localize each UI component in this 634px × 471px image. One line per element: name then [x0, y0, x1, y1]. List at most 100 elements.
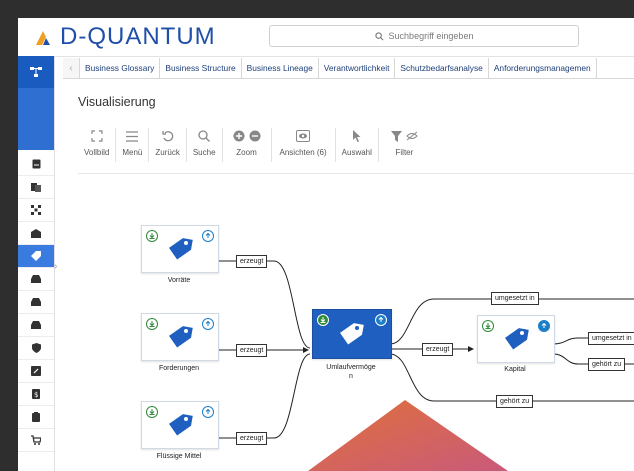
sidebar-item-inbox[interactable] [18, 222, 54, 245]
select-button[interactable]: Auswahl [336, 128, 379, 162]
tab-business-lineage[interactable]: Business Lineage [242, 58, 319, 78]
edge-label-erzeugt[interactable]: erzeugt [422, 343, 454, 356]
sidebar: $ [18, 56, 55, 471]
sidebar-toggle[interactable] [18, 56, 54, 88]
search-tool-button[interactable]: Suche [187, 128, 223, 162]
logo-mark-icon [36, 31, 50, 45]
zoom-in-icon[interactable] [233, 130, 245, 142]
node-umlaufvermoegen[interactable] [312, 309, 392, 359]
views-label: Ansichten (6) [279, 148, 327, 157]
edge-fluessige-mittel-umlaufvermoegen [218, 353, 311, 439]
download-icon[interactable] [146, 406, 158, 418]
edge-label-gehoert-zu[interactable]: gehört zu [588, 358, 626, 371]
sidebar-item-tray-2[interactable] [18, 291, 54, 314]
cursor-icon [352, 130, 361, 142]
tray-icon [31, 298, 41, 306]
views-button[interactable]: Ansichten (6) [272, 128, 336, 162]
top-bar: D-QUANTUM Suchbegriff eingeben [18, 18, 634, 57]
magnifier-icon [198, 130, 211, 142]
node-fluessige-mittel[interactable] [141, 401, 219, 449]
tag-icon [340, 323, 364, 345]
zoom-out-icon[interactable] [249, 130, 261, 142]
sidebar-item-tags[interactable] [18, 245, 54, 268]
tab-schutzbedarfsanalyse[interactable]: Schutzbedarfsanalyse [395, 58, 489, 78]
cart-icon [31, 435, 41, 445]
tab-verantwortlichkeit[interactable]: Verantwortlichkeit [319, 58, 396, 78]
sidebar-item-report[interactable]: $ [18, 383, 54, 406]
menu-button[interactable]: Menü [116, 128, 150, 162]
tab-scroll-left-icon[interactable]: ‹ [63, 58, 80, 78]
tag-icon [169, 326, 193, 348]
sidebar-item-document[interactable] [18, 153, 54, 176]
toolbar: Vollbild Menü Zurück Suche Zoom Ansichte… [78, 128, 430, 174]
download-icon[interactable] [146, 230, 158, 242]
fullscreen-icon [91, 130, 103, 142]
fullscreen-button[interactable]: Vollbild [78, 128, 117, 162]
node-kapital[interactable] [477, 315, 555, 363]
tab-bar: ‹ Business Glossary Business Structure B… [63, 58, 634, 79]
sidebar-collapse-chevron-icon[interactable]: › [54, 261, 57, 272]
sidebar-item-tray-3[interactable] [18, 314, 54, 337]
node-label-fluessige-mittel: Flüssige Mittel [156, 453, 202, 460]
edge-label-umgesetzt-in[interactable]: umgesetzt in [588, 332, 634, 345]
tab-business-structure[interactable]: Business Structure [160, 58, 242, 78]
search-placeholder: Suchbegriff eingeben [388, 31, 474, 41]
filter-label: Filter [395, 148, 414, 157]
sidebar-item-shield[interactable] [18, 337, 54, 360]
edge-label-umgesetzt-in[interactable]: umgesetzt in [491, 292, 539, 305]
decorative-triangle [308, 400, 508, 471]
tab-business-glossary[interactable]: Business Glossary [80, 58, 161, 78]
page-title: Visualisierung [78, 95, 156, 109]
sidebar-item-edit[interactable] [18, 360, 54, 383]
upload-icon[interactable] [202, 230, 214, 242]
search-icon [374, 31, 384, 40]
node-label-vorraete: Vorräte [167, 277, 191, 284]
filter-button[interactable]: Filter [379, 128, 430, 162]
app-window: D-QUANTUM Suchbegriff eingeben $ › ‹ Bus… [18, 18, 634, 471]
edge-vorraete-umlaufvermoegen [218, 260, 311, 349]
zoom-control[interactable]: Zoom [223, 128, 272, 162]
download-icon[interactable] [146, 318, 158, 330]
tag-icon [169, 414, 193, 436]
sidebar-item-cart[interactable] [18, 429, 54, 452]
edge-label-erzeugt[interactable]: erzeugt [236, 432, 268, 445]
document-icon [32, 159, 40, 169]
upload-icon[interactable] [375, 314, 387, 326]
upload-icon[interactable] [538, 320, 550, 332]
menu-icon [126, 130, 139, 142]
upload-icon[interactable] [202, 406, 214, 418]
node-label-forderungen: Forderungen [158, 365, 200, 372]
eye-icon [296, 130, 311, 142]
node-label-umlaufvermoegen: Umlaufvermöge n [326, 364, 376, 380]
back-button[interactable]: Zurück [149, 128, 187, 162]
edge-label-erzeugt[interactable]: erzeugt [236, 255, 268, 268]
sidebar-item-network[interactable] [18, 199, 54, 222]
node-vorraete[interactable] [141, 225, 219, 273]
shield-icon [31, 343, 41, 353]
edit-icon [31, 366, 41, 376]
fullscreen-label: Vollbild [84, 148, 110, 157]
node-forderungen[interactable] [141, 313, 219, 361]
toolbar-divider [78, 173, 634, 174]
sidebar-item-files[interactable] [18, 176, 54, 199]
download-icon[interactable] [317, 314, 329, 326]
filter-icon [390, 130, 402, 142]
edge-label-erzeugt[interactable]: erzeugt [236, 344, 268, 357]
zoom-label: Zoom [236, 148, 257, 157]
logo[interactable]: D-QUANTUM [34, 23, 216, 51]
sidebar-header-area [18, 88, 54, 150]
tag-icon [505, 328, 529, 350]
search-input[interactable]: Suchbegriff eingeben [269, 25, 579, 47]
sidebar-item-clipboard[interactable] [18, 406, 54, 429]
tag-icon [31, 251, 41, 261]
upload-icon[interactable] [202, 318, 214, 330]
download-icon[interactable] [482, 320, 494, 332]
network-icon [31, 205, 41, 215]
sidebar-item-tray-1[interactable] [18, 268, 54, 291]
hierarchy-icon [30, 67, 42, 77]
inbox-icon [31, 228, 41, 238]
clipboard-icon [32, 412, 40, 422]
tab-anforderungsmanagement[interactable]: Anforderungsmanagemen [489, 58, 597, 78]
svg-text:$: $ [34, 391, 38, 399]
back-label: Zurück [155, 148, 180, 157]
